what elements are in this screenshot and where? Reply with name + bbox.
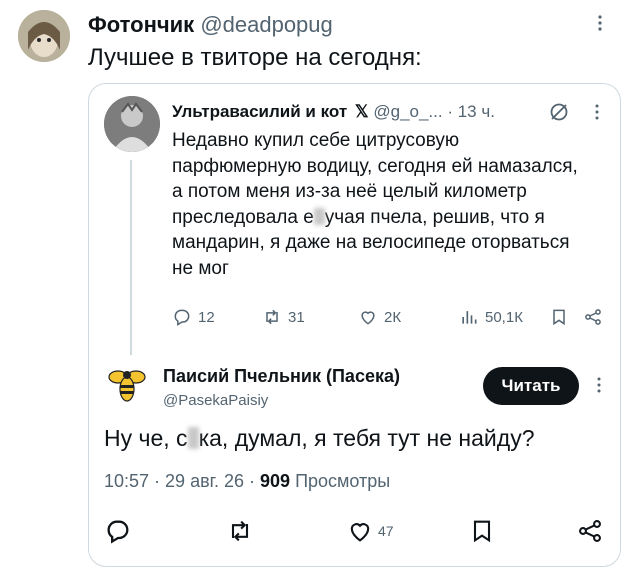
quoted-line-6: не мог — [172, 257, 229, 279]
reply-author-handle[interactable]: @PasekaPaisiy — [163, 392, 268, 409]
reply-views-label: Просмотры — [290, 471, 391, 491]
reply-like-count: 47 — [378, 523, 394, 539]
bookmark-icon — [553, 309, 565, 326]
quoted-text: Недавно купил себе цитрусовую парфюмерну… — [172, 128, 607, 281]
quoted-line-3: а потом меня из-за неё целый километр — [172, 181, 527, 202]
share-icon — [579, 520, 601, 542]
quoted-reply-button[interactable]: 12 — [172, 307, 215, 327]
outer-author[interactable]: Фотончик @deadpopug — [88, 12, 333, 38]
bookmark-icon — [473, 520, 491, 543]
reply-text-b: ка, думал, я тебя тут не найду? — [198, 425, 535, 451]
reply-text: Ну че, с ка, думал, я тебя тут не найду? — [104, 425, 535, 452]
heart-icon — [350, 523, 370, 542]
thread-line — [130, 160, 132, 355]
reply-icon — [174, 309, 190, 326]
retweet-icon — [231, 520, 249, 542]
views-icon — [462, 311, 477, 324]
quoted-retweet-count: 31 — [288, 308, 305, 326]
quoted-like-count: 2К — [384, 308, 402, 326]
reply-retweet-button[interactable] — [226, 517, 254, 550]
quoted-avatar[interactable] — [104, 96, 160, 152]
x-logo-icon: 𝕏 — [354, 102, 369, 121]
quoted-retweet-button[interactable]: 31 — [262, 307, 305, 327]
quoted-header: Ультравасилий и кот 𝕏 @g_o_... · 13 ч. — [172, 102, 495, 122]
quoted-line-4b: учая пчела, решив, что я — [324, 206, 545, 228]
quoted-share-button[interactable] — [583, 307, 603, 327]
outer-author-handle[interactable]: @deadpopug — [200, 12, 332, 37]
reply-bookmark-button[interactable] — [468, 517, 496, 550]
censor-blur — [313, 207, 325, 225]
outer-author-name[interactable]: Фотончик — [88, 12, 194, 37]
outer-more-icon[interactable] — [597, 14, 603, 37]
reply-more-icon[interactable] — [596, 376, 602, 399]
quoted-line-4a: преследовала е — [172, 206, 314, 228]
grok-icon[interactable] — [549, 102, 569, 122]
outer-tweet-text: Лучшее в твиторе на сегодня: — [88, 44, 422, 71]
quoted-time[interactable]: · 13 ч. — [447, 102, 495, 121]
quoted-views[interactable]: 50,1К — [459, 307, 523, 327]
quoted-line-1: Недавно купил себе цитрусовую — [172, 130, 460, 151]
reply-author-name[interactable]: Паисий Пчельник (Пасека) — [163, 366, 400, 387]
reply-icon — [107, 520, 129, 544]
quoted-author-name[interactable]: Ультравасилий и кот — [172, 102, 347, 121]
quoted-author-handle[interactable]: @g_o_... — [373, 102, 442, 121]
share-icon — [585, 309, 601, 325]
heart-icon — [361, 311, 375, 325]
quoted-reply-count: 12 — [198, 308, 215, 326]
quoted-line-4: преследовала е учая пчела, решив, что я — [172, 205, 607, 231]
quoted-line-2: парфюмерную водицу, сегодня ей намазался… — [172, 155, 578, 177]
follow-button[interactable]: Читать — [483, 367, 579, 405]
quoted-like-button[interactable]: 2К — [358, 307, 401, 327]
outer-avatar[interactable] — [18, 10, 70, 62]
quoted-bookmark-button[interactable] — [549, 307, 569, 327]
reply-share-button[interactable] — [576, 517, 604, 550]
bee-icon — [108, 370, 146, 402]
reply-like-button[interactable]: 47 — [346, 517, 394, 545]
reply-views-count: 909 — [260, 471, 291, 491]
censor-blur — [187, 427, 199, 449]
reply-meta: 10:57 · 29 авг. 26 · 909 Просмотры — [104, 471, 390, 492]
quoted-views-count: 50,1К — [485, 308, 523, 326]
reply-reply-button[interactable] — [104, 517, 132, 550]
quoted-more-icon[interactable] — [594, 103, 600, 126]
reply-text-a: Ну че, с — [104, 425, 188, 451]
retweet-icon — [266, 309, 278, 325]
reply-timestamp[interactable]: 10:57 · 29 авг. 26 · — [104, 471, 260, 491]
bee-avatar[interactable] — [104, 361, 150, 407]
quoted-line-5: мандарин, я даже на велосипеде оторватьс… — [172, 232, 570, 253]
